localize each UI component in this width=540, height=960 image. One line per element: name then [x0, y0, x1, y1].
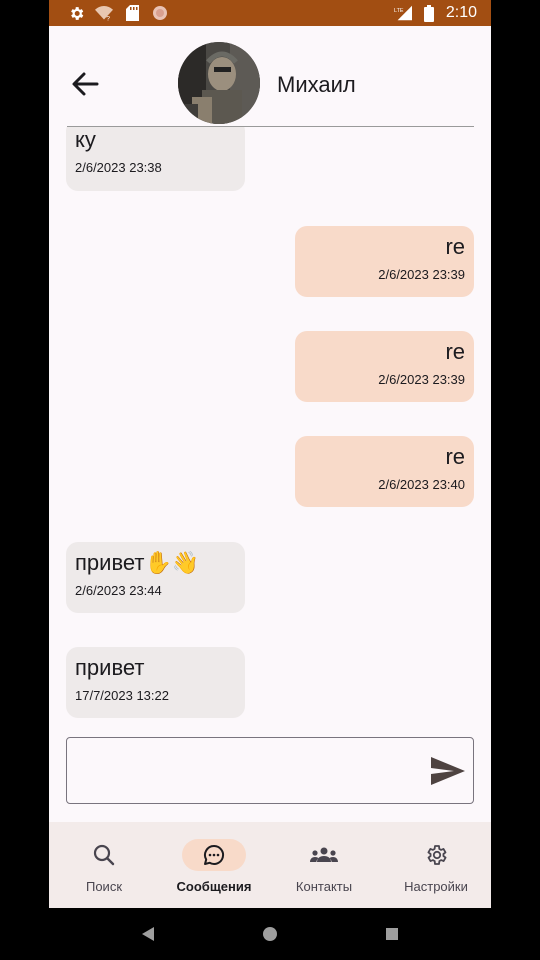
svg-text:?: ?: [106, 15, 110, 22]
wifi-question-icon: ?: [95, 4, 113, 22]
nav-search[interactable]: Поиск: [49, 822, 159, 908]
message-text: re: [445, 444, 465, 469]
sd-card-icon: [123, 4, 141, 22]
status-time: 2:10: [445, 4, 477, 21]
message-text: ку: [75, 127, 96, 152]
nav-messages[interactable]: Сообщения: [159, 822, 269, 908]
system-home-button[interactable]: [260, 924, 280, 944]
chat-bubble-icon: [204, 844, 225, 865]
message-bubble-incoming[interactable]: привет 17/7/2023 13:22: [66, 647, 245, 718]
system-back-button[interactable]: [138, 924, 158, 944]
phone-screen: ? LTE 2:10 Михаил ку 2/6/2023 23:38 re 2…: [49, 0, 491, 908]
status-bar: ? LTE 2:10: [49, 0, 491, 26]
bottom-navigation: Поиск Сообщения Контакты Настройки: [49, 822, 491, 908]
people-icon: [310, 847, 338, 862]
chat-header: Михаил: [49, 26, 491, 128]
message-input[interactable]: [77, 748, 421, 795]
message-timestamp: 2/6/2023 23:38: [75, 160, 162, 175]
message-timestamp: 2/6/2023 23:44: [75, 583, 162, 598]
message-timestamp: 2/6/2023 23:39: [378, 267, 465, 282]
message-bubble-incoming[interactable]: привет✋👋 2/6/2023 23:44: [66, 542, 245, 613]
message-list[interactable]: ку 2/6/2023 23:38 re 2/6/2023 23:39 re 2…: [49, 127, 491, 725]
message-bubble-outgoing[interactable]: re 2/6/2023 23:39: [295, 331, 474, 402]
send-icon: [431, 757, 465, 785]
message-timestamp: 17/7/2023 13:22: [75, 688, 169, 703]
message-timestamp: 2/6/2023 23:40: [378, 477, 465, 492]
message-bubble-outgoing[interactable]: re 2/6/2023 23:39: [295, 226, 474, 297]
home-circle-icon: [263, 927, 277, 941]
contact-name[interactable]: Михаил: [277, 72, 356, 98]
message-bubble-outgoing[interactable]: re 2/6/2023 23:40: [295, 436, 474, 507]
send-button[interactable]: [429, 754, 467, 788]
system-recents-button[interactable]: [382, 924, 402, 944]
message-text: привет: [75, 655, 145, 680]
battery-icon: [420, 4, 438, 22]
recents-square-icon: [386, 928, 398, 940]
circle-icon: [151, 4, 169, 22]
system-navigation-bar: [0, 908, 540, 960]
message-text: привет✋👋: [75, 550, 200, 575]
lte-signal-icon: LTE: [394, 4, 412, 22]
nav-label: Сообщения: [176, 879, 252, 894]
message-text: re: [445, 234, 465, 259]
nav-settings[interactable]: Настройки: [381, 822, 491, 908]
message-bubble-incoming[interactable]: ку 2/6/2023 23:38: [66, 127, 245, 191]
message-composer: [66, 737, 474, 804]
nav-label: Настройки: [404, 879, 468, 894]
gear-icon: [427, 845, 447, 865]
nav-label: Поиск: [85, 879, 123, 894]
contact-avatar[interactable]: [178, 42, 260, 124]
message-text: re: [445, 339, 465, 364]
arrow-left-icon: [72, 72, 99, 96]
svg-text:LTE: LTE: [394, 8, 404, 14]
nav-contacts[interactable]: Контакты: [269, 822, 379, 908]
settings-icon: [67, 4, 85, 22]
avatar-image: [178, 42, 260, 124]
search-icon: [93, 844, 115, 866]
message-timestamp: 2/6/2023 23:39: [378, 372, 465, 387]
back-triangle-icon: [142, 927, 154, 941]
nav-label: Контакты: [295, 879, 353, 894]
back-button[interactable]: [67, 66, 103, 102]
